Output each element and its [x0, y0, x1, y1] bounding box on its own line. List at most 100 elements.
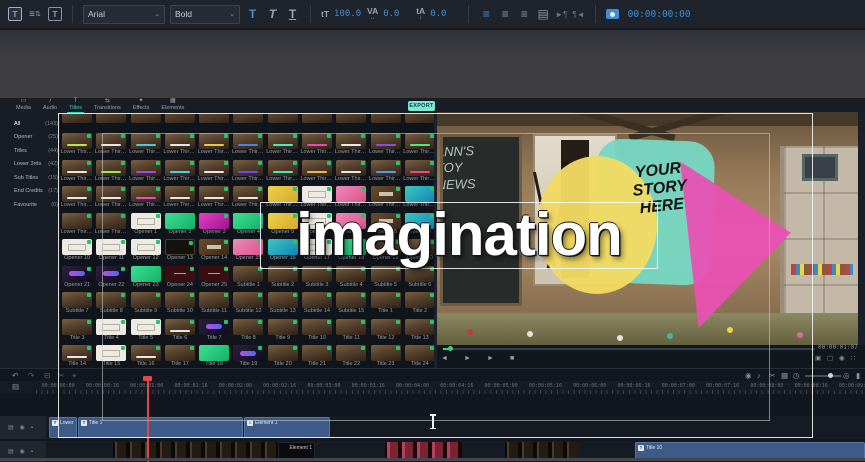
frame-view-icon[interactable]: ▢	[827, 354, 833, 364]
title-template[interactable]: Opener 1	[129, 210, 163, 237]
font-size-value[interactable]: 100.0	[334, 9, 362, 19]
title-template[interactable]: Subtitle 10	[163, 290, 197, 317]
stop-button[interactable]: ■	[510, 354, 514, 364]
title-template[interactable]: Lower Third 26	[300, 157, 334, 184]
title-template[interactable]: Lower Third 10	[129, 131, 163, 158]
timeline-clip[interactable]: ≡ Element 1	[244, 417, 330, 438]
align-left-button[interactable]: ≡	[479, 8, 493, 20]
text-ruler-icon[interactable]: ▤	[536, 8, 550, 20]
play-button[interactable]: ►	[464, 354, 471, 364]
title-template[interactable]: Opener 10	[60, 237, 94, 264]
title-template[interactable]: Title 12	[368, 316, 402, 343]
category-item[interactable]: End Credits (17)	[14, 185, 58, 199]
title-template[interactable]: Opener 14	[197, 237, 231, 264]
category-item[interactable]: Lower 3rds (42)	[14, 158, 58, 172]
title-template[interactable]: Title 10	[300, 316, 334, 343]
title-template[interactable]: Lower Third 20	[94, 157, 128, 184]
title-template[interactable]: Title 7	[197, 316, 231, 343]
title-template[interactable]: Lower Third 19	[60, 157, 94, 184]
align-center-button[interactable]: ≡	[498, 8, 512, 20]
title-template[interactable]: Lower Third 27	[334, 157, 368, 184]
speaker-icon[interactable]: ◉	[839, 354, 845, 364]
eye-icon[interactable]: ◉	[20, 448, 25, 455]
title-template[interactable]	[403, 114, 437, 131]
title-template[interactable]: Subtitle 11	[197, 290, 231, 317]
title-template[interactable]: Title 19	[231, 343, 265, 369]
line-spacing-value[interactable]: 0.0	[430, 9, 458, 19]
mic-icon[interactable]: ♪	[757, 370, 761, 381]
title-template[interactable]: Lower Third 41	[60, 210, 94, 237]
category-item[interactable]: Favourite (0)	[14, 198, 58, 212]
title-template[interactable]	[300, 114, 334, 131]
title-text-overlay[interactable]: imagination	[260, 197, 658, 271]
title-template[interactable]: Subtitle 14	[300, 290, 334, 317]
seekbar-knob[interactable]	[448, 346, 453, 351]
category-item[interactable]: Titles (44)	[14, 144, 58, 158]
title-template[interactable]: Lower Third 11	[163, 131, 197, 158]
title-template[interactable]: Lower Third 32	[129, 184, 163, 211]
title-template[interactable]: Title 17	[163, 343, 197, 369]
title-template[interactable]: Lower Third 25	[266, 157, 300, 184]
title-template[interactable]: Opener 3	[197, 210, 231, 237]
title-template[interactable]: Lower Third 8	[60, 131, 94, 158]
title-template[interactable]: Opener 23	[129, 263, 163, 290]
title-template[interactable]: Title 11	[334, 316, 368, 343]
media-tab[interactable]: T Titles	[67, 98, 84, 113]
title-template[interactable]: Title 13	[403, 316, 437, 343]
category-item[interactable]: All (143)	[14, 117, 58, 131]
title-template[interactable]: Lower Third 34	[197, 184, 231, 211]
title-template[interactable]: Title 16	[129, 343, 163, 369]
preview-quality-icon[interactable]	[605, 9, 619, 19]
title-template[interactable]: Subtitle 8	[94, 290, 128, 317]
preview-seekbar[interactable]	[443, 346, 815, 351]
text-list-icon[interactable]: ≡ ⇅	[27, 5, 43, 23]
scissors-icon[interactable]: ✂	[769, 370, 775, 381]
redo-icon[interactable]: ↷	[28, 370, 34, 381]
title-template[interactable]: Lower Third 15	[300, 131, 334, 158]
title-template[interactable]: Title 20	[266, 343, 300, 369]
title-template[interactable]: Title 2	[403, 290, 437, 317]
title-template[interactable]: Lower Third 16	[334, 131, 368, 158]
title-template[interactable]: Subtitle 15	[334, 290, 368, 317]
media-tab[interactable]: ✦ Effects	[131, 98, 152, 113]
title-template[interactable]: Title 5	[129, 316, 163, 343]
title-template[interactable]: Lower Third 31	[94, 184, 128, 211]
font-family-select[interactable]: Arial ⌄	[83, 4, 165, 24]
panel-toggle-icon[interactable]: ▮	[856, 370, 860, 381]
title-template[interactable]: Opener 13	[163, 237, 197, 264]
export-button[interactable]: EXPORT	[408, 101, 435, 111]
lock-icon[interactable]: ▪	[31, 425, 33, 431]
title-template[interactable]: Title 3	[60, 316, 94, 343]
title-template[interactable]: Title 8	[231, 316, 265, 343]
letter-spacing-value[interactable]: 0.0	[383, 9, 411, 19]
title-template[interactable]: Lower Third 33	[163, 184, 197, 211]
title-template[interactable]: Lower Third 42	[94, 210, 128, 237]
timeline-zoom-knob[interactable]	[828, 372, 833, 378]
title-template[interactable]: Lower Third 13	[231, 131, 265, 158]
media-tab[interactable]: ♪ Audio	[41, 98, 59, 113]
timeline-clip[interactable]: TLower Th	[49, 417, 77, 438]
title-template[interactable]: Lower Third 29	[403, 157, 437, 184]
media-tab[interactable]: ▦ Elements	[159, 98, 186, 113]
timeline-clip[interactable]: T Title 1	[78, 417, 243, 438]
track-manager-icon[interactable]: ▤	[12, 381, 19, 392]
title-template[interactable]: Subtitle 12	[231, 290, 265, 317]
title-template[interactable]: Lower Third 14	[266, 131, 300, 158]
text-tool-icon[interactable]: T	[8, 7, 22, 21]
title-template[interactable]: Lower Third 9	[94, 131, 128, 158]
title-template[interactable]: Opener 12	[129, 237, 163, 264]
title-template[interactable]	[334, 114, 368, 131]
title-template[interactable]: Title 1	[368, 290, 402, 317]
title-template[interactable]: Title 22	[334, 343, 368, 369]
category-item[interactable]: Opener (25)	[14, 131, 58, 145]
track-options-icon[interactable]: ▤	[8, 448, 14, 455]
title-template[interactable]: Lower Third 12	[197, 131, 231, 158]
underline-button[interactable]: T	[285, 7, 300, 21]
title-template[interactable]: Lower Third 23	[197, 157, 231, 184]
paragraph-rtl-icon[interactable]: ¶◄	[572, 10, 584, 19]
title-template[interactable]	[266, 114, 300, 131]
playhead-line[interactable]	[147, 378, 149, 462]
render-preview-icon[interactable]: ▦	[781, 370, 788, 381]
record-icon[interactable]: ◉	[745, 370, 752, 381]
align-right-button[interactable]: ≡	[517, 8, 531, 20]
